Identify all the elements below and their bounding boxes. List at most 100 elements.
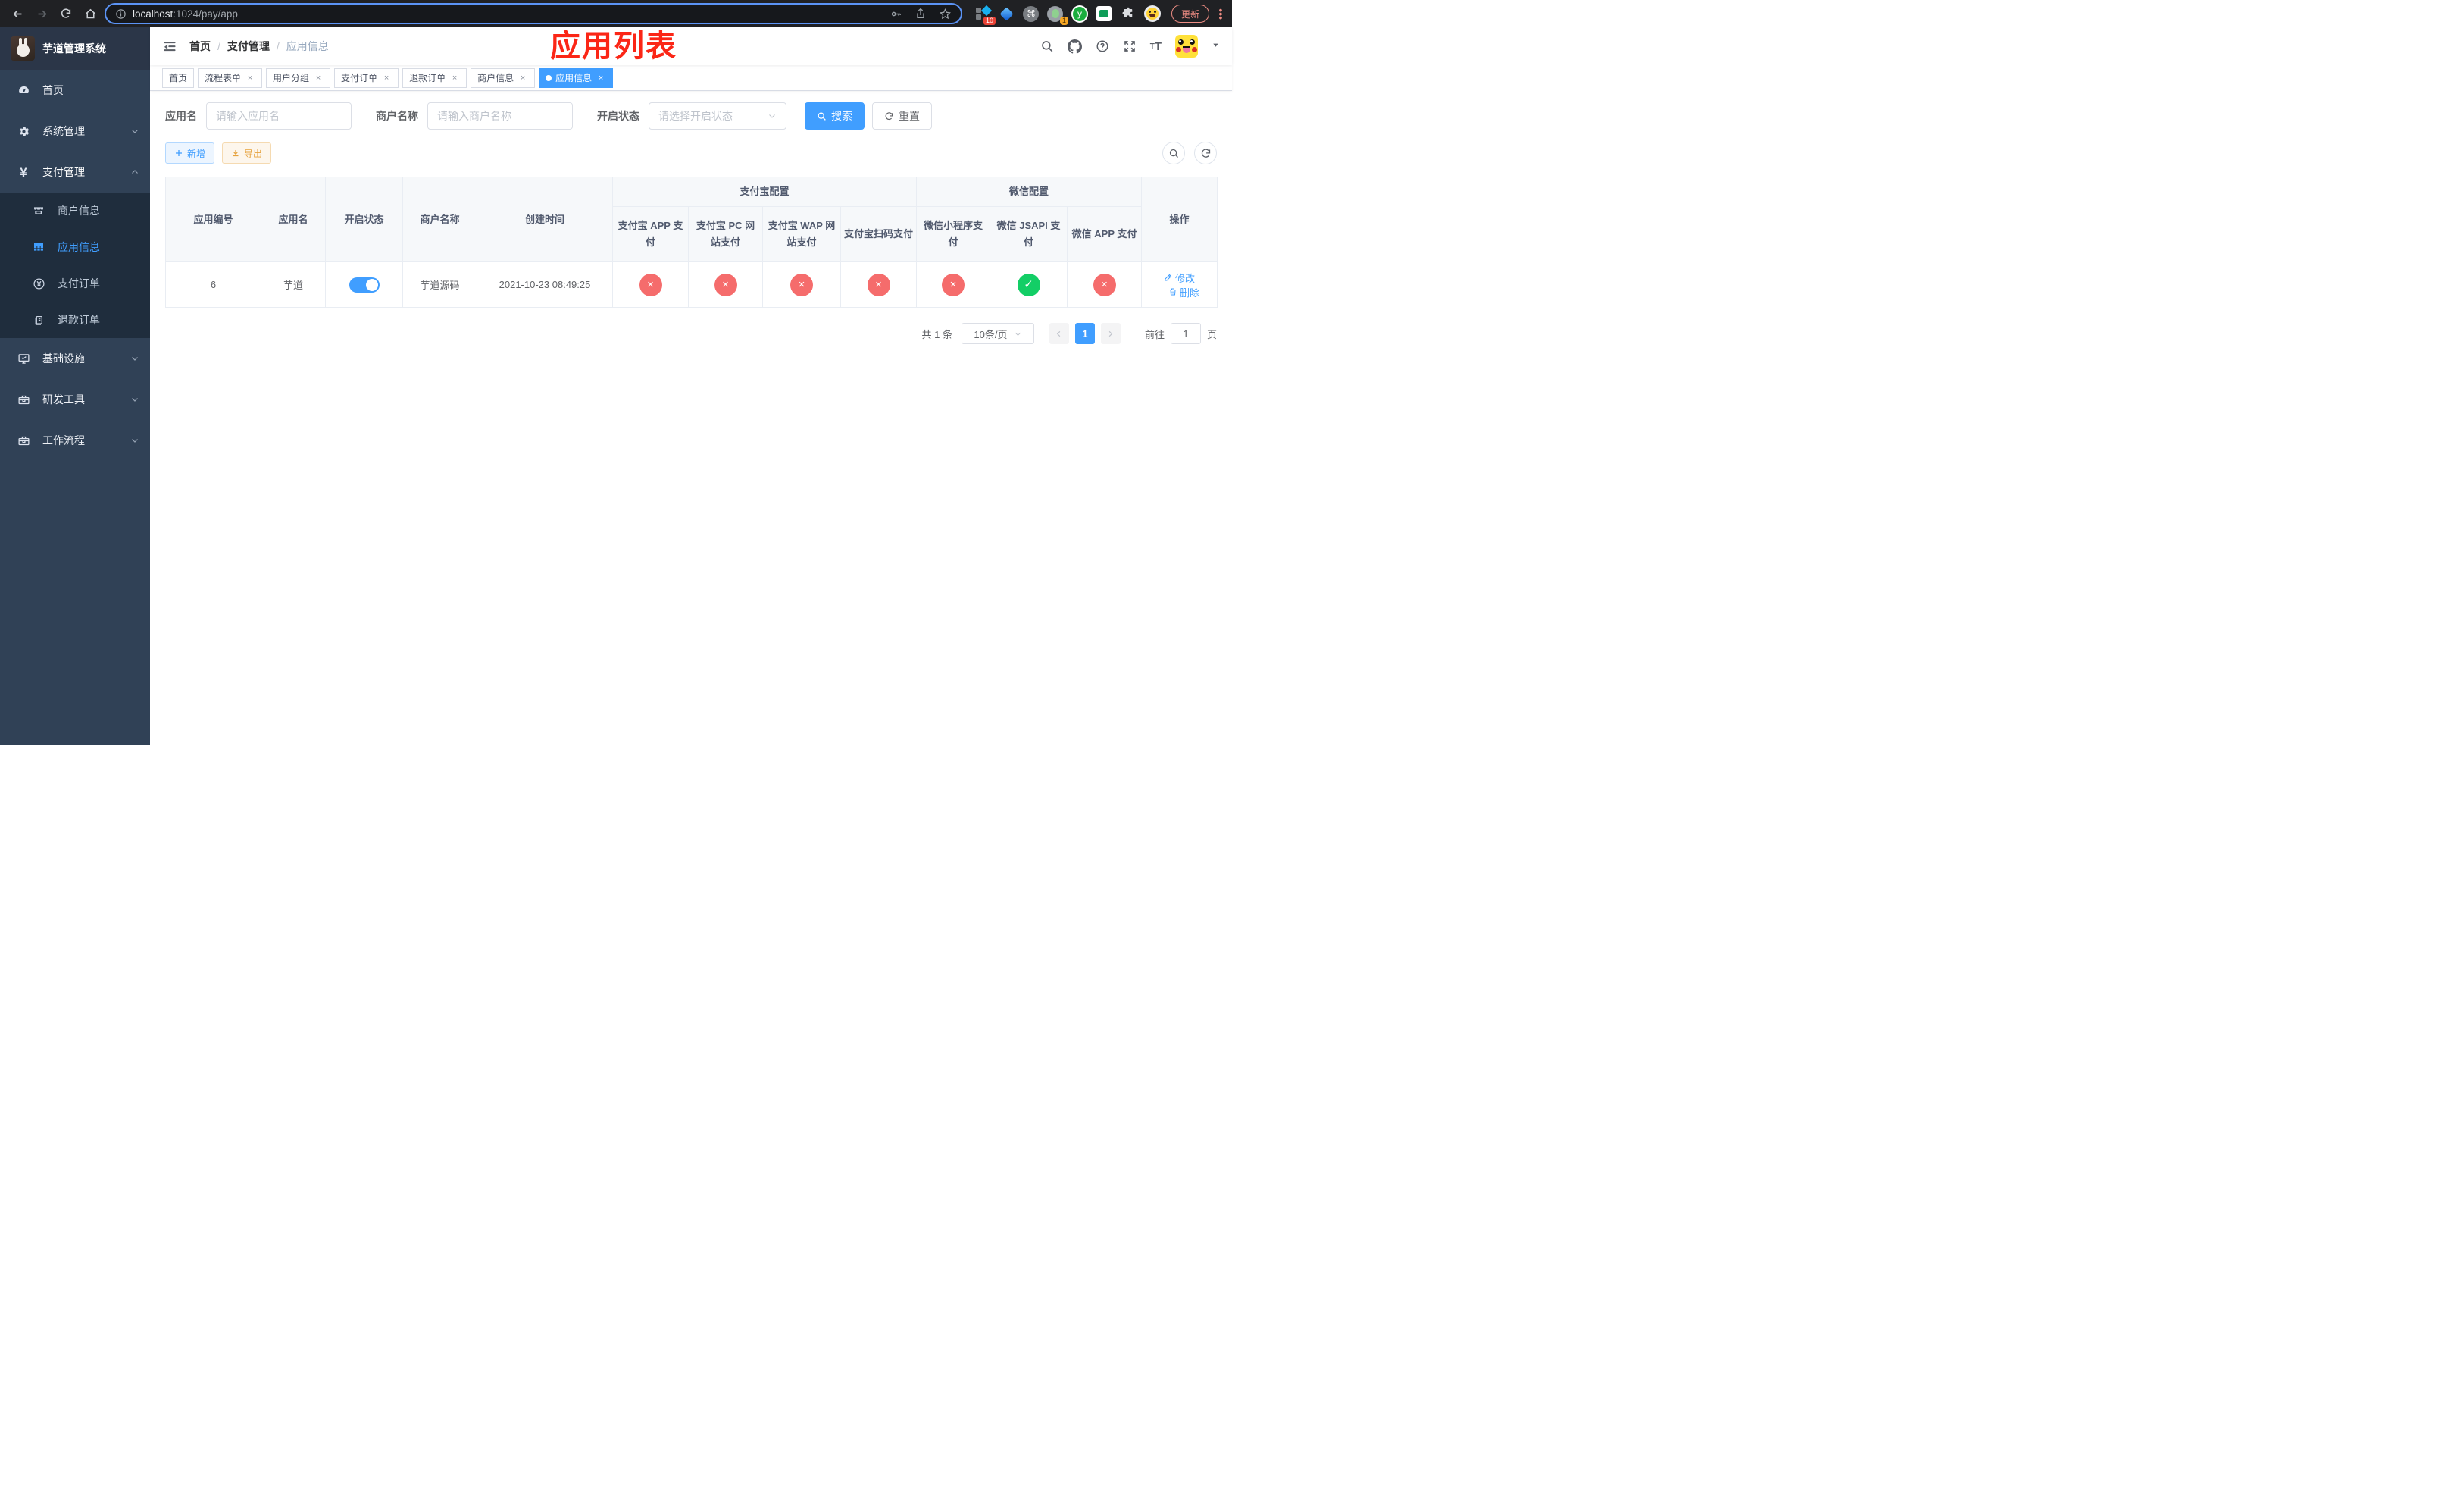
tab-close-icon[interactable]: × <box>518 73 528 83</box>
fullscreen-icon[interactable] <box>1123 39 1137 53</box>
goto-label: 前往 <box>1144 328 1165 340</box>
tab-app-info[interactable]: 应用信息 × <box>539 67 614 88</box>
sidebar-logo[interactable]: 芋道管理系统 <box>0 27 150 70</box>
tab-label: 应用信息 <box>555 73 593 83</box>
tab-pay-order[interactable]: 支付订单 × <box>334 67 399 88</box>
tab-close-icon[interactable]: × <box>449 73 460 83</box>
sidebar-item-label: 应用信息 <box>58 241 100 253</box>
tab-close-icon[interactable]: × <box>596 73 606 83</box>
col-header-merchant: 商户名称 <box>402 177 477 262</box>
bookmark-star-icon[interactable] <box>939 8 952 20</box>
profile-avatar-icon[interactable] <box>1143 5 1161 22</box>
reset-button[interactable]: 重置 <box>872 102 932 130</box>
add-button-label: 新增 <box>187 148 206 159</box>
show-search-toggle-button[interactable] <box>1162 142 1185 164</box>
export-button-label: 导出 <box>244 148 263 159</box>
group-header-alipay: 支付宝配置 <box>611 177 918 207</box>
tab-merchant-info[interactable]: 商户信息 × <box>471 67 536 88</box>
yen-icon: ¥ <box>20 164 27 180</box>
sidebar-item-refund-order[interactable]: 退款订单 <box>0 302 150 338</box>
chevron-down-icon <box>768 111 777 121</box>
share-icon[interactable] <box>915 8 927 20</box>
page-content: 应用名 商户名称 开启状态 请选择开启状态 搜索 重置 <box>150 91 1232 745</box>
cell-wx-jsapi: ✓ <box>990 261 1068 308</box>
next-page-button[interactable] <box>1100 323 1121 344</box>
group-header-wechat: 微信配置 <box>916 177 1143 207</box>
page-size-select[interactable]: 10条/页 <box>961 323 1034 344</box>
font-size-icon[interactable]: TT <box>1150 40 1162 53</box>
sidebar-item-workflow[interactable]: 工作流程 <box>0 420 150 461</box>
tab-close-icon[interactable]: × <box>313 73 324 83</box>
tab-refund-order[interactable]: 退款订单 × <box>402 67 467 88</box>
breadcrumb-home[interactable]: 首页 <box>189 39 211 54</box>
sidebar-collapse-icon[interactable] <box>162 38 179 55</box>
col-header-alipay-scan: 支付宝扫码支付 <box>840 206 918 262</box>
sidebar-item-system[interactable]: 系统管理 <box>0 111 150 152</box>
col-header-app-id: 应用编号 <box>165 177 261 262</box>
sidebar-item-dev-tools[interactable]: 研发工具 <box>0 379 150 420</box>
browser-extensions-area: 10 ⌘ 1 y 更新 • • • <box>967 5 1224 25</box>
tab-label: 流程表单 <box>205 73 242 83</box>
extension-y-icon[interactable]: y <box>1071 5 1088 23</box>
tab-process-form[interactable]: 流程表单 × <box>198 67 263 88</box>
sidebar-item-merchant-info[interactable]: 商户信息 <box>0 193 150 229</box>
sidebar-item-label: 工作流程 <box>42 434 85 446</box>
add-button[interactable]: 新增 <box>165 142 215 164</box>
tab-user-group[interactable]: 用户分组 × <box>266 67 331 88</box>
search-icon[interactable] <box>1040 39 1054 53</box>
table-row: 6 芋道 芋道源码 2021-10-23 08:49:25 × × × × × … <box>165 261 1218 308</box>
tags-view-bar: 首页 流程表单 × 用户分组 × 支付订单 × 退款订单 × 商户信息 × 应用信息 × <box>150 65 1232 91</box>
extension-sidekick-icon[interactable]: 10 <box>974 5 996 25</box>
extension-badge-1: 1 <box>1059 17 1068 25</box>
refresh-table-button[interactable] <box>1194 142 1217 164</box>
col-header-wx-lite: 微信小程序支付 <box>916 206 991 262</box>
status-fail-icon: × <box>942 273 965 296</box>
chevron-up-icon <box>130 167 139 177</box>
page-number-1[interactable]: 1 <box>1074 323 1095 344</box>
merchant-name-input[interactable] <box>427 102 573 130</box>
sidebar-item-infrastructure[interactable]: 基础设施 <box>0 338 150 379</box>
github-icon[interactable] <box>1067 39 1082 54</box>
browser-refresh-button[interactable] <box>56 4 76 23</box>
export-button[interactable]: 导出 <box>222 142 272 164</box>
tab-label: 用户分组 <box>273 73 310 83</box>
sidebar-item-pay[interactable]: ¥ 支付管理 <box>0 152 150 193</box>
info-icon[interactable] <box>115 8 127 20</box>
avatar-caret-icon[interactable] <box>1212 39 1220 53</box>
browser-home-button[interactable] <box>80 4 100 23</box>
extensions-puzzle-icon[interactable] <box>1120 5 1137 22</box>
status-select-placeholder: 请选择开启状态 <box>658 110 733 122</box>
edit-link[interactable]: 修改 <box>1164 271 1195 285</box>
breadcrumb-pay: 支付管理 <box>227 40 270 52</box>
browser-back-button[interactable] <box>8 4 27 23</box>
password-key-icon[interactable] <box>890 8 902 20</box>
delete-link[interactable]: 删除 <box>1168 285 1199 299</box>
status-fail-icon: × <box>714 273 737 296</box>
sidebar-item-pay-order[interactable]: 支付订单 <box>0 265 150 302</box>
user-avatar[interactable] <box>1175 35 1198 58</box>
tab-close-icon[interactable]: × <box>381 73 392 83</box>
chrome-update-button[interactable]: 更新 <box>1171 5 1209 23</box>
search-button[interactable]: 搜索 <box>805 102 865 130</box>
extension-command-icon[interactable]: ⌘ <box>1023 5 1040 22</box>
goto-page-input[interactable] <box>1170 323 1201 344</box>
cell-created: 2021-10-23 08:49:25 <box>477 261 613 308</box>
extension-avatar-icon[interactable]: 1 <box>1047 5 1068 25</box>
status-switch[interactable] <box>349 277 380 293</box>
status-select[interactable]: 请选择开启状态 <box>649 102 786 130</box>
address-bar[interactable]: localhost:1024/pay/app <box>105 3 962 24</box>
extension-chat-icon[interactable] <box>1096 5 1112 22</box>
browser-forward-button[interactable] <box>32 4 52 23</box>
extension-gem-icon[interactable] <box>999 5 1015 22</box>
app-name-input[interactable] <box>206 102 352 130</box>
tab-close-icon[interactable]: × <box>245 73 255 83</box>
prev-page-button[interactable] <box>1049 323 1069 344</box>
page-title-annotation: 应用列表 <box>550 30 677 63</box>
status-fail-icon: × <box>867 273 890 296</box>
tab-home[interactable]: 首页 <box>162 67 195 88</box>
tab-label: 商户信息 <box>477 73 514 83</box>
sidebar-item-app-info[interactable]: 应用信息 <box>0 229 150 265</box>
sidebar-item-home[interactable]: 首页 <box>0 70 150 111</box>
browser-menu-icon[interactable]: • • • <box>1217 5 1224 23</box>
help-icon[interactable] <box>1096 39 1109 53</box>
